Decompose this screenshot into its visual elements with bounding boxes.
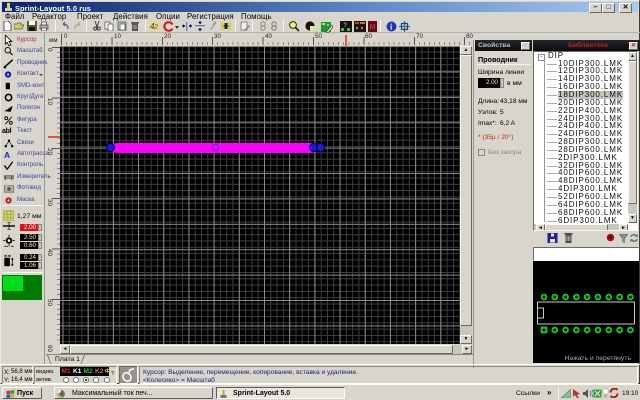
svg-text:M: M [370, 24, 376, 31]
svg-text:2: 2 [153, 24, 158, 31]
svg-text:Нажать и перетянуть: Нажать и перетянуть [565, 355, 632, 362]
